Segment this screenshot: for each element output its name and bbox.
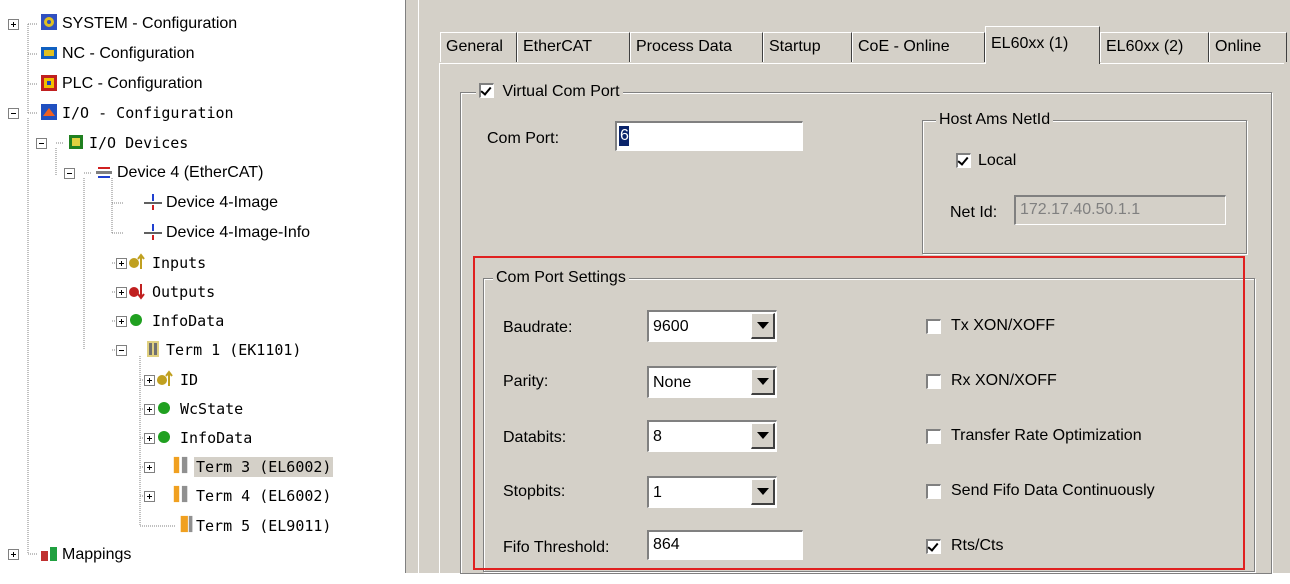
mappings-icon: [41, 547, 57, 561]
nc-config-icon: [41, 47, 57, 59]
tree-item-id[interactable]: ID: [180, 370, 198, 390]
expand-toggle[interactable]: [8, 19, 19, 30]
inputs-icon: [129, 253, 145, 269]
tab-process-data[interactable]: Process Data: [630, 32, 763, 62]
com-port-label: Com Port:: [487, 130, 560, 147]
io-config-icon: [41, 104, 57, 120]
tree-item-nc[interactable]: NC - Configuration: [62, 44, 195, 64]
infodata-icon: [130, 314, 142, 326]
collapse-toggle[interactable]: [64, 168, 75, 179]
tree-item-system[interactable]: SYSTEM - Configuration: [62, 14, 237, 34]
tab-startup[interactable]: Startup: [763, 32, 852, 62]
image-icon: [144, 194, 162, 210]
tree-item-term5[interactable]: Term 5 (EL9011): [196, 516, 331, 536]
tree-item-device4-image-info[interactable]: Device 4-Image-Info: [166, 223, 310, 243]
tab-coe-online[interactable]: CoE - Online: [852, 32, 985, 62]
tree-item-infodata-2[interactable]: InfoData: [180, 428, 252, 448]
tree-item-io-devices[interactable]: I/O Devices: [89, 133, 188, 153]
inputs-icon: [157, 370, 173, 386]
tree-view[interactable]: SYSTEM - Configuration NC - Configuratio…: [0, 0, 405, 573]
collapse-toggle[interactable]: [8, 108, 19, 119]
com-port-input[interactable]: 6: [615, 121, 803, 151]
tree-item-plc[interactable]: PLC - Configuration: [62, 74, 203, 94]
tree-item-inputs[interactable]: Inputs: [152, 253, 206, 273]
highlight-box: [473, 256, 1245, 570]
ethercat-device-icon: [96, 167, 112, 178]
tab-el60xx-1[interactable]: EL60xx (1): [985, 26, 1100, 64]
splitter[interactable]: [405, 0, 419, 573]
tree-item-term4[interactable]: Term 4 (EL6002): [196, 486, 331, 506]
tree-item-device4[interactable]: Device 4 (EtherCAT): [117, 163, 263, 183]
image-info-icon: [144, 224, 162, 240]
end-terminal-icon: [180, 515, 193, 533]
tree-item-term1[interactable]: Term 1 (EK1101): [166, 340, 301, 360]
collapse-toggle[interactable]: [36, 138, 47, 149]
expand-toggle[interactable]: [8, 549, 19, 560]
infodata-icon: [158, 402, 170, 414]
tab-online[interactable]: Online: [1209, 32, 1287, 62]
expand-toggle[interactable]: [144, 491, 155, 502]
expand-toggle[interactable]: [116, 287, 127, 298]
infodata-icon: [158, 431, 170, 443]
expand-toggle[interactable]: [144, 404, 155, 415]
expand-toggle[interactable]: [116, 316, 127, 327]
outputs-icon: [129, 284, 145, 300]
netid-label: Net Id:: [950, 204, 998, 221]
tree-item-io[interactable]: I/O - Configuration: [62, 103, 234, 123]
expand-toggle[interactable]: [144, 462, 155, 473]
tab-general[interactable]: General: [440, 32, 517, 62]
tree-item-wcstate[interactable]: WcState: [180, 399, 243, 419]
tab-el60xx-2[interactable]: EL60xx (2): [1100, 32, 1209, 62]
virtual-com-port-checkbox[interactable]: [479, 83, 494, 98]
tab-ethercat[interactable]: EtherCAT: [517, 32, 630, 62]
system-config-icon: [41, 14, 57, 30]
tree-item-outputs[interactable]: Outputs: [152, 282, 215, 302]
expand-toggle[interactable]: [144, 433, 155, 444]
io-devices-icon: [69, 135, 83, 149]
host-ams-netid-group: [922, 120, 1247, 254]
virtual-com-port-header: Virtual Com Port: [476, 82, 623, 102]
plc-config-icon: [41, 75, 57, 91]
tree-item-infodata[interactable]: InfoData: [152, 311, 224, 331]
netid-input[interactable]: 172.17.40.50.1.1: [1014, 195, 1226, 225]
tree-item-mappings[interactable]: Mappings: [62, 545, 131, 565]
com-port-value: 6: [620, 127, 629, 144]
tree-item-term3[interactable]: Term 3 (EL6002): [194, 457, 334, 477]
virtual-com-port-label: Virtual Com Port: [502, 83, 620, 100]
collapse-toggle[interactable]: [116, 345, 127, 356]
host-ams-netid-title: Host Ams NetId: [936, 110, 1054, 130]
local-label: Local: [978, 152, 1017, 169]
local-checkbox[interactable]: [956, 153, 971, 168]
tree-item-device4-image[interactable]: Device 4-Image: [166, 193, 278, 213]
terminal-icon: [147, 341, 159, 357]
serial-terminal-icon: [173, 456, 188, 474]
serial-terminal-icon: [173, 485, 188, 503]
expand-toggle[interactable]: [116, 258, 127, 269]
expand-toggle[interactable]: [144, 375, 155, 386]
